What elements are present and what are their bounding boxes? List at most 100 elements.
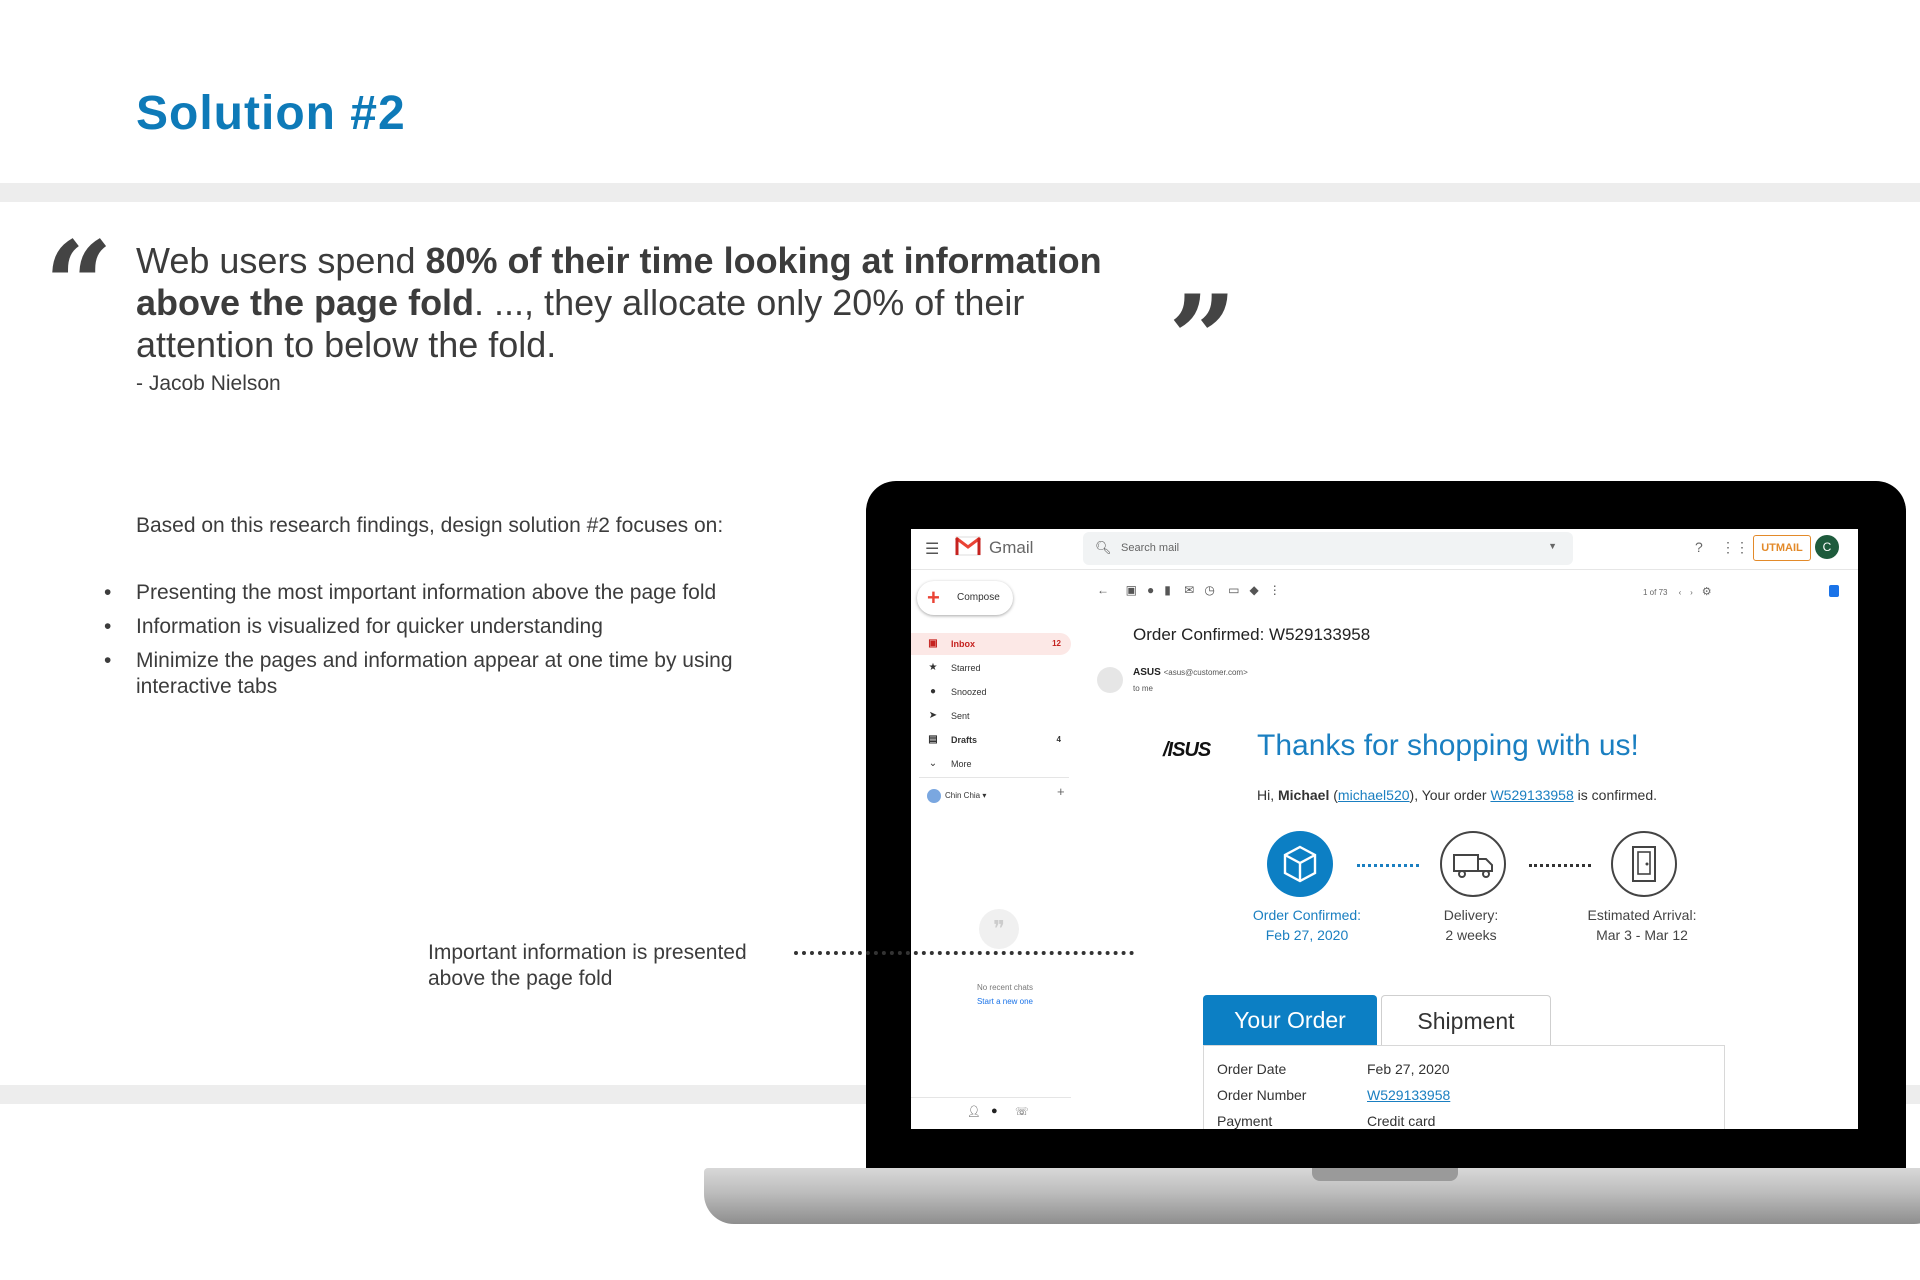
sidebar-item-inbox[interactable]: ▣ Inbox 12 — [911, 633, 1071, 655]
focus-list: • Presenting the most important informati… — [100, 580, 800, 708]
step-label-arrival: Estimated Arrival: Mar 3 - Mar 12 — [1577, 905, 1707, 945]
sidebar-item-sent[interactable]: ➤ Sent — [911, 705, 1071, 727]
snooze-icon[interactable]: ◷ — [1204, 583, 1214, 597]
order-number-link[interactable]: W529133958 — [1367, 1087, 1450, 1103]
sender: ASUS <asus@customer.com> — [1133, 667, 1248, 678]
door-icon — [1632, 846, 1656, 882]
intro-text: Based on this research findings, design … — [136, 514, 724, 537]
prev-icon[interactable]: ‹ — [1679, 588, 1682, 597]
hangouts-icon[interactable]: ● — [991, 1105, 998, 1117]
compose-button[interactable]: + Compose — [917, 581, 1013, 615]
research-quote: Web users spend 80% of their time lookin… — [136, 240, 1146, 366]
package-icon — [1283, 845, 1317, 883]
next-icon[interactable]: › — [1690, 588, 1693, 597]
bullet-dot: • — [104, 615, 112, 638]
truck-icon — [1453, 854, 1493, 878]
help-icon[interactable]: ? — [1695, 539, 1703, 555]
search-bar[interactable]: 🔍︎ Search mail ▼ — [1083, 532, 1573, 565]
sender-avatar — [1097, 667, 1123, 693]
label-icon[interactable]: ◆ — [1250, 583, 1259, 597]
move-to-icon[interactable]: ▭ — [1228, 583, 1239, 597]
greeting-end: is confirmed. — [1573, 787, 1658, 803]
sidebar-item-drafts[interactable]: ▤ Drafts 4 — [911, 729, 1071, 751]
step-delivery — [1440, 831, 1506, 897]
email-subject: Order Confirmed: W529133958 — [1133, 625, 1371, 644]
step-title: Estimated Arrival: — [1587, 907, 1697, 923]
draft-icon: ▤ — [928, 734, 938, 745]
step-arrival — [1611, 831, 1677, 897]
step-value: Feb 27, 2020 — [1265, 927, 1349, 943]
chevron-down-icon: ⌄ — [928, 758, 938, 769]
sidebar-item-starred[interactable]: ★ Starred — [911, 657, 1071, 679]
archive-icon[interactable]: ▣ — [1126, 583, 1137, 597]
utmail-badge[interactable]: UTMAIL — [1753, 535, 1811, 561]
plus-icon: + — [927, 585, 940, 610]
fold-callout: Important information is presented above… — [428, 941, 747, 990]
hangouts-account[interactable]: Chin Chia ▾ — [927, 789, 986, 803]
list-item: • Information is visualized for quicker u… — [100, 614, 800, 640]
step-connector — [1357, 864, 1419, 867]
step-title: Delivery: — [1443, 907, 1499, 923]
bullet-dot: • — [104, 649, 112, 672]
greeting-start: Hi, — [1257, 787, 1278, 803]
account-avatar[interactable]: C — [1815, 535, 1839, 559]
send-icon: ➤ — [928, 710, 938, 721]
inbox-icon: ▣ — [928, 638, 938, 649]
star-icon: ★ — [928, 662, 938, 673]
more-options-icon[interactable]: ⋮ — [1269, 583, 1281, 597]
step-value: 2 weeks — [1445, 927, 1497, 943]
clock-icon: ● — [929, 686, 937, 697]
laptop-notch — [1312, 1168, 1458, 1181]
greeting: Hi, Michael (michael520), Your order W52… — [1257, 787, 1658, 803]
gmail-app-name: Gmail — [989, 538, 1034, 557]
list-item: • Presenting the most important informati… — [100, 580, 800, 606]
order-date-label: Order Date — [1217, 1061, 1287, 1077]
customer-name: Michael — [1278, 787, 1330, 803]
apps-grid-icon[interactable]: ⋮⋮ — [1721, 539, 1749, 556]
quote-text-start: Web users spend — [136, 240, 426, 281]
order-date-value: Feb 27, 2020 — [1367, 1061, 1450, 1077]
greeting-middle: ), Your order — [1409, 787, 1491, 803]
list-item: • Minimize the pages and information appe… — [100, 648, 816, 700]
sidebar-item-more[interactable]: ⌄ More — [911, 753, 1071, 775]
mark-unread-icon[interactable]: ✉ — [1184, 583, 1194, 597]
delete-icon[interactable]: ▮ — [1164, 583, 1171, 597]
username-link[interactable]: michael520 — [1338, 787, 1410, 803]
start-chat-link[interactable]: Start a new one — [955, 995, 1055, 1009]
bullet-dot: • — [104, 581, 112, 604]
pagination: 1 of 73 ‹ › ⚙ — [1643, 585, 1712, 598]
contacts-icon[interactable]: 👤︎ — [967, 1105, 981, 1118]
sidebar-divider — [919, 777, 1069, 778]
bullet-text: Presenting the most important informatio… — [136, 581, 717, 604]
payment-value: Credit card — [1367, 1113, 1436, 1129]
slide-title: Solution #2 — [136, 87, 406, 140]
order-number-link[interactable]: W529133958 — [1490, 787, 1573, 803]
step-connector — [1529, 864, 1591, 867]
step-value: Mar 3 - Mar 12 — [1596, 927, 1688, 943]
bullet-text: Information is visualized for quicker un… — [136, 615, 603, 638]
bullet-text: Minimize the pages and information appea… — [136, 649, 733, 698]
tab-your-order[interactable]: Your Order — [1203, 995, 1377, 1045]
asus-logo: /ISUS — [1163, 739, 1211, 761]
search-placeholder: Search mail — [1121, 542, 1180, 554]
tab-shipment[interactable]: Shipment — [1381, 995, 1551, 1046]
no-chats-message: No recent chats Start a new one — [955, 981, 1055, 1009]
menu-icon[interactable]: ☰ — [925, 539, 939, 559]
email-toolbar: ← ▣ ● ▮ ✉ ◷ ▭ ◆ ⋮ — [1097, 583, 1281, 597]
settings-icon[interactable]: ⚙ — [1702, 586, 1712, 598]
report-spam-icon[interactable]: ● — [1147, 583, 1154, 597]
order-number-value[interactable]: W529133958 — [1367, 1087, 1450, 1103]
add-contact-icon[interactable]: + — [1057, 784, 1065, 799]
search-options-icon[interactable]: ▼ — [1548, 541, 1557, 551]
phone-icon[interactable]: ☏ — [1015, 1105, 1029, 1118]
avatar — [927, 789, 941, 803]
recipient[interactable]: to me — [1133, 684, 1153, 693]
sender-name: ASUS — [1133, 667, 1161, 678]
sidebar-bottom-divider — [911, 1097, 1071, 1098]
calendar-icon[interactable] — [1829, 585, 1839, 597]
step-title: Order Confirmed: — [1252, 907, 1362, 923]
compose-label: Compose — [957, 592, 1000, 603]
back-icon[interactable]: ← — [1097, 583, 1109, 597]
sidebar-item-snoozed[interactable]: ● Snoozed — [911, 681, 1071, 703]
page-count: 1 of 73 — [1643, 588, 1668, 597]
